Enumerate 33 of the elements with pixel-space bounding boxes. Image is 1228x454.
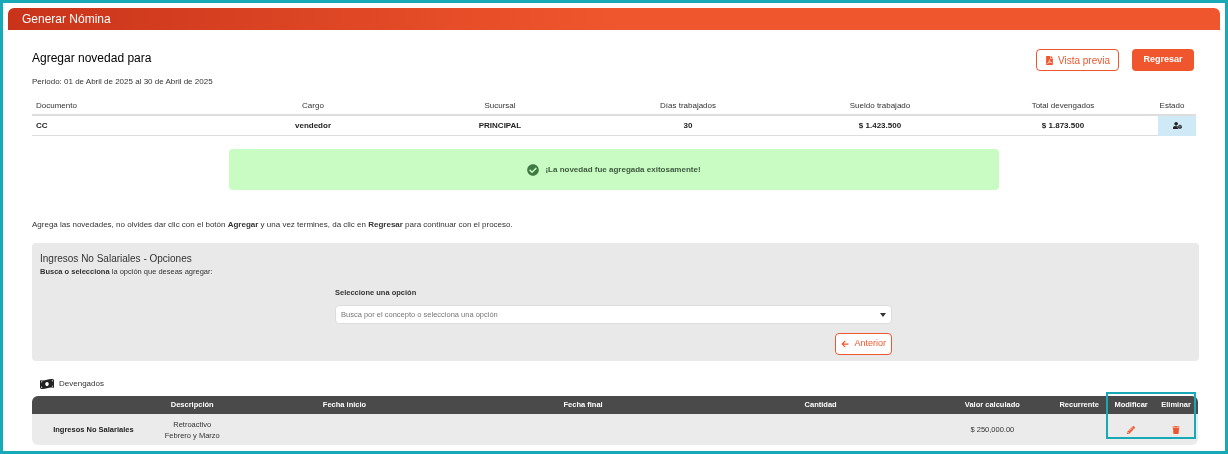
pdf-icon [1044,55,1054,65]
section-title: Agregar novedad para [32,50,153,67]
column-header: Días trabajados [659,100,717,112]
back-button[interactable]: Regresar [1132,49,1194,71]
table-cell-text: CC [35,119,49,132]
column-header: Sueldo trabajado [848,100,912,112]
column-header: Cargo [301,100,325,112]
check-icon [527,163,540,176]
table-cell-text: 30 [682,119,694,132]
left-arrow-icon [841,339,850,348]
table-cell-text: $ 1.873.500 [1040,119,1086,132]
earnings-title: Devengados [59,378,104,390]
delete-button[interactable] [1172,425,1181,434]
money-icon [40,377,54,391]
column-header: Total devengados [1030,100,1096,112]
table-cell-text: vendedor [294,119,332,132]
dropdown-caret-icon [880,312,886,317]
preview-button[interactable]: Vista previa [1035,49,1119,71]
trash-icon [1172,425,1181,434]
panel-title: Ingresos No Salariales - Opciones [40,252,193,266]
edit-button[interactable] [1127,425,1136,434]
instructions-text: Agrega las novedades, no olvides dar clic con el botón Agregar y una vez termines, da clic en Regresar para continuar con el proceso. [32,219,514,231]
window-title: Generar Nómina [22,11,111,28]
column-header: Estado [1158,100,1186,112]
user-gear-icon [1172,121,1182,130]
table-cell-text: $ 1.423.500 [857,119,903,132]
alert-message: ¡La novedad fue agregada exitosamente! [545,163,701,176]
previous-button[interactable]: Anterior [835,332,892,355]
column-header: Documento [35,100,78,112]
pencil-icon [1127,425,1136,434]
table-cell-text: PRINCIPAL [477,119,523,132]
column-header: Sucursal [483,100,517,112]
period-text: Periodo: 01 de Abril de 2025 al 30 de Abril de 2025 [32,76,213,88]
